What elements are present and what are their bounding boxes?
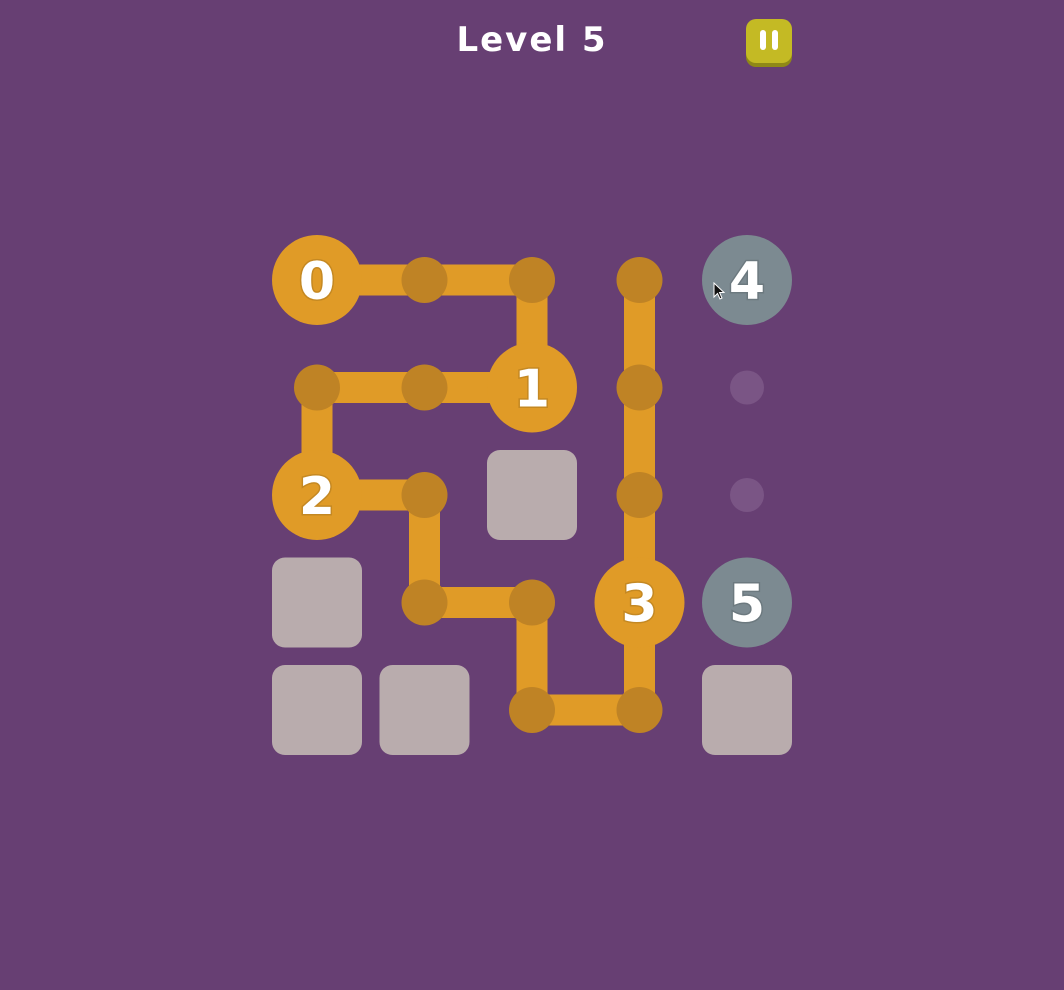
number-node[interactable]: 2 xyxy=(272,450,362,540)
mouse-pointer-icon xyxy=(713,282,726,300)
path-dot[interactable] xyxy=(616,364,663,411)
path-dot[interactable] xyxy=(509,579,555,626)
blocked-tile xyxy=(379,665,470,755)
path-dot[interactable] xyxy=(401,257,448,303)
path-dot[interactable] xyxy=(401,364,448,411)
number-node-label: 2 xyxy=(299,467,335,527)
path-dot[interactable] xyxy=(616,257,663,303)
game-board[interactable]: 0 1 2 3 4 5 xyxy=(0,0,1064,990)
number-node-label: 1 xyxy=(514,360,550,420)
number-node[interactable]: 1 xyxy=(487,342,577,433)
number-node-label: 5 xyxy=(729,575,765,635)
number-node[interactable]: 0 xyxy=(272,235,362,325)
blocked-tile xyxy=(272,665,362,755)
number-node[interactable]: 3 xyxy=(594,557,685,648)
number-node[interactable]: 5 xyxy=(702,557,792,648)
path-dot[interactable] xyxy=(401,579,448,626)
blocked-tile xyxy=(272,557,362,648)
path-dot[interactable] xyxy=(616,472,663,518)
empty-dots xyxy=(730,370,764,512)
empty-cell-dot[interactable] xyxy=(730,370,764,405)
blocked-tile xyxy=(702,665,792,755)
number-node-label: 4 xyxy=(729,252,765,312)
path-dot[interactable] xyxy=(616,687,663,733)
empty-cell-dot[interactable] xyxy=(730,478,764,512)
path-lines xyxy=(301,264,655,726)
number-node[interactable]: 4 xyxy=(702,235,792,325)
path-dot[interactable] xyxy=(509,257,555,303)
blocked-tile xyxy=(487,450,577,540)
path-dot[interactable] xyxy=(401,472,448,518)
path-dot[interactable] xyxy=(294,364,340,411)
number-node-label: 3 xyxy=(621,575,657,635)
path-dot[interactable] xyxy=(509,687,555,733)
number-node-label: 0 xyxy=(299,252,335,312)
